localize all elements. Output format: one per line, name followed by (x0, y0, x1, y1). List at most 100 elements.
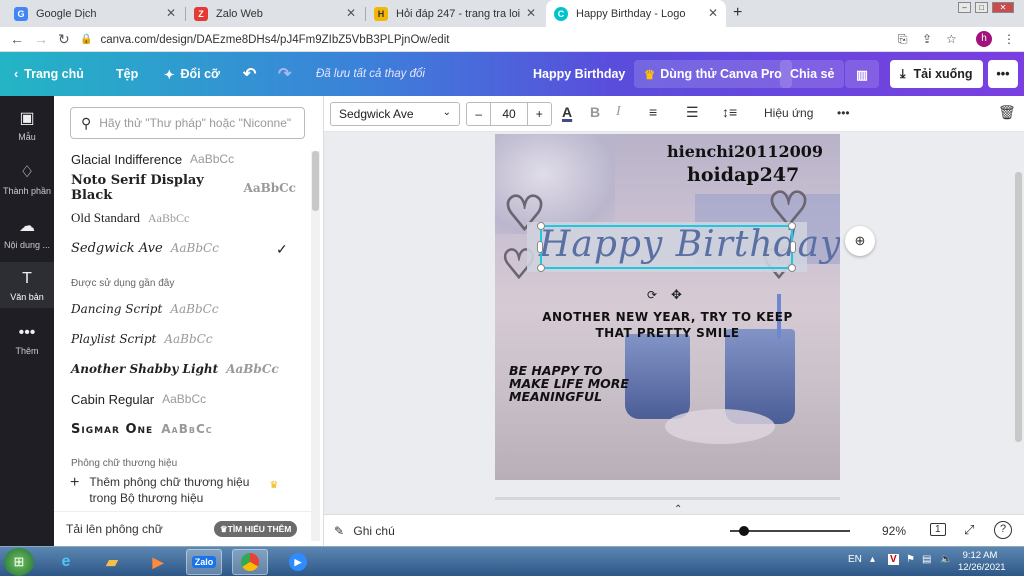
tab-zalo[interactable]: Z Zalo Web ✕ (186, 0, 364, 27)
design-title[interactable]: Happy Birthday (533, 52, 625, 96)
design-page[interactable]: hienchi20112009 hoidap247 ♡ ♡ ♡ ♡ Happy … (495, 134, 840, 480)
share-page-icon[interactable]: ⇪ (922, 32, 932, 46)
font-item-cabin-regular[interactable]: Cabin Regular AaBbCc (71, 387, 296, 411)
upload-font-button[interactable]: Tải lên phông chữ ♛TÌM HIỂU THÊM (54, 511, 312, 546)
resize-handle[interactable] (537, 264, 545, 272)
reload-icon[interactable]: ↻ (58, 31, 70, 48)
body-text[interactable]: BE HAPPY TO MAKE LIFE MORE MEANINGFUL (509, 364, 629, 403)
zoom-slider[interactable] (730, 526, 850, 536)
rail-text[interactable]: T Văn bản (0, 262, 54, 308)
network-icon[interactable]: ▤ (922, 554, 931, 565)
url-field[interactable]: 🔒 canva.com/design/DAEzme8DHs4/pJ4Fm9ZIb… (80, 30, 880, 49)
back-icon[interactable]: ← (10, 31, 24, 47)
close-window-icon[interactable]: ✕ (992, 2, 1014, 13)
tab-canva[interactable]: C Happy Birthday - Logo ✕ (546, 0, 726, 27)
flag-icon[interactable]: ⚑ (906, 554, 915, 565)
resize-handle[interactable] (788, 264, 796, 272)
minimize-icon[interactable]: – (958, 2, 971, 13)
taskbar-zoom[interactable]: ▶ (280, 549, 316, 575)
subtitle-text[interactable]: ANOTHER NEW YEAR, TRY TO KEEP THAT PRETT… (495, 309, 840, 341)
help-button[interactable]: ? (994, 521, 1012, 539)
notes-button[interactable]: ✎ Ghi chú (334, 524, 395, 538)
resize-handle[interactable] (537, 241, 543, 253)
tab-hoidap247[interactable]: H Hỏi đáp 247 - trang tra loi ✕ (366, 0, 544, 27)
fullscreen-icon[interactable]: ⤢ (964, 522, 974, 538)
start-button[interactable]: ⊞ (4, 548, 34, 576)
increase-size-button[interactable]: + (528, 107, 551, 121)
font-item-sedgwick-ave[interactable]: Sedgwick Ave AaBbCc (71, 236, 296, 260)
download-button[interactable]: ⤓ Tải xuống (890, 60, 983, 88)
add-brand-font-button[interactable]: + Thêm phông chữ thương hiệu trong Bộ th… (70, 474, 300, 506)
home-button[interactable]: ‹ Trang chủ (14, 52, 84, 96)
close-icon[interactable]: ✕ (708, 6, 718, 20)
insights-button[interactable]: ▥ (845, 60, 879, 88)
rotate-icon[interactable]: ⟳ (647, 288, 657, 302)
font-item-playlist-script[interactable]: Playlist Script AaBbCc (71, 327, 296, 351)
font-item-dancing-script[interactable]: Dancing Script AaBbCc (71, 297, 296, 321)
text-color-icon[interactable]: A (562, 104, 572, 120)
rail-more[interactable]: ••• Thêm (0, 324, 54, 356)
forward-icon[interactable]: → (34, 31, 48, 47)
unikey-icon[interactable]: V (888, 554, 899, 565)
zoom-level[interactable]: 92% (882, 524, 906, 538)
language-indicator[interactable]: EN (848, 554, 862, 565)
spacing-icon[interactable]: ↕≡ (722, 104, 737, 120)
scroll-thumb[interactable] (312, 151, 319, 211)
bold-icon[interactable]: B (590, 104, 600, 120)
file-menu[interactable]: Tệp (116, 52, 138, 96)
taskbar-ie[interactable]: e (48, 549, 84, 575)
resize-handle[interactable] (790, 241, 796, 253)
system-clock[interactable]: 9:12 AM 12/26/2021 (958, 550, 1006, 574)
effects-button[interactable]: Hiệu ứng (764, 106, 813, 120)
more-toolbar-button[interactable]: ••• (837, 106, 850, 120)
selection-box[interactable] (537, 222, 796, 272)
resize-handle[interactable] (537, 222, 545, 230)
browser-menu-icon[interactable]: ⋮ (1003, 32, 1015, 46)
page-count-button[interactable]: 1 (930, 523, 946, 536)
rail-uploads[interactable]: ☁ Nội dung ... (0, 216, 54, 250)
zoom-slider-knob[interactable] (739, 526, 750, 536)
add-comment-button[interactable]: ⊕ (845, 226, 875, 256)
close-icon[interactable]: ✕ (166, 6, 176, 20)
font-item-sigmar-one[interactable]: Sigmar One AaBbCc (71, 417, 296, 441)
resize-handle[interactable] (788, 222, 796, 230)
font-item-old-standard[interactable]: Old Standard AaBbCc (71, 206, 296, 230)
maximize-icon[interactable]: □ (975, 2, 988, 13)
font-item-noto-serif-display[interactable]: Noto Serif Display Black AaBbCc (71, 173, 296, 203)
align-center-icon[interactable]: ≡ (649, 104, 657, 120)
profile-avatar[interactable]: h (976, 31, 992, 47)
trash-icon[interactable]: 🗑 (998, 104, 1016, 121)
install-icon[interactable]: ⎘ (898, 32, 908, 47)
tray-arrow-icon[interactable]: ▴ (870, 554, 875, 565)
font-family-select[interactable]: Sedgwick Ave ⌄ (330, 102, 460, 126)
tab-google-translate[interactable]: G Google Dịch ✕ (6, 0, 184, 27)
learn-more-badge[interactable]: ♛TÌM HIỂU THÊM (214, 521, 298, 537)
canvas-scrollbar[interactable] (1015, 172, 1022, 442)
font-search-input[interactable]: ⚲ Hãy thử "Thư pháp" hoặc "Niconne" (70, 107, 305, 139)
taskbar-media[interactable]: ▶ (140, 549, 176, 575)
share-button[interactable]: Chia sẻ (780, 60, 845, 88)
font-item-another-shabby[interactable]: Another Shabby Light AaBbCc (71, 357, 296, 381)
design-text-username[interactable]: hienchi20112009 (667, 142, 823, 161)
close-icon[interactable]: ✕ (526, 6, 536, 20)
bookmark-star-icon[interactable]: ☆ (946, 32, 957, 46)
volume-icon[interactable]: 🔈 (940, 554, 952, 565)
try-pro-button[interactable]: ♛ Dùng thử Canva Pro (634, 60, 792, 88)
decrease-size-button[interactable]: – (467, 107, 490, 121)
taskbar-chrome[interactable] (232, 549, 268, 575)
panel-scrollbar[interactable] (311, 151, 320, 541)
move-icon[interactable]: ✥ (671, 287, 682, 303)
taskbar-explorer[interactable]: ▰ (94, 549, 130, 575)
taskbar-zalo[interactable]: Zalo (186, 549, 222, 575)
close-icon[interactable]: ✕ (346, 6, 356, 20)
font-size-input[interactable]: 40 (490, 103, 528, 125)
resize-button[interactable]: ✦ Đổi cỡ (164, 52, 220, 96)
font-item-glacial[interactable]: Glacial Indifference AaBbCc (71, 147, 296, 171)
undo-button[interactable]: ↶ (243, 52, 256, 96)
more-options-button[interactable]: ••• (988, 60, 1018, 88)
new-tab-button[interactable]: + (733, 4, 742, 22)
rail-elements[interactable]: ♢ Thành phần (0, 162, 54, 196)
italic-icon[interactable]: I (616, 104, 621, 120)
redo-button[interactable]: ↷ (278, 52, 291, 96)
list-icon[interactable]: ☰ (686, 104, 699, 121)
